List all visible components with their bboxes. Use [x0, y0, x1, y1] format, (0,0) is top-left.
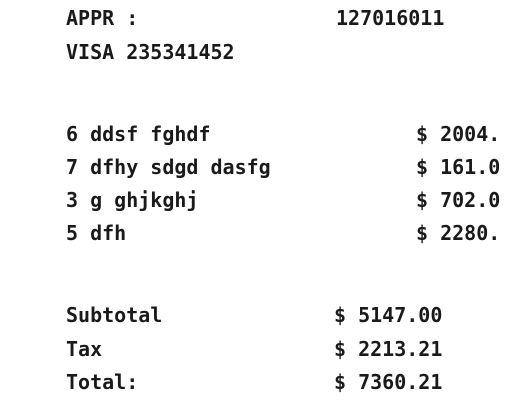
subtotal-label: Subtotal [66, 303, 163, 327]
total-value: $ 7360.21 [334, 370, 443, 394]
item-row: 6 ddsf fghdf [66, 124, 211, 150]
appr-value: 127016011 [336, 6, 445, 30]
item-qty: 5 [66, 221, 91, 245]
appr-label: APPR : [66, 6, 139, 30]
tax-value: $ 2213.21 [334, 337, 443, 361]
item-name: ddsf fghdf [90, 122, 211, 146]
item-price: $ 2004. [416, 122, 501, 146]
item-price: $ 702.0 [416, 188, 501, 212]
receipt: APPR : 127016011 VISA 235341452 6 ddsf f… [0, 0, 512, 400]
item-row: 7 dfhy sdgd dasfg [66, 157, 271, 183]
card-line: VISA 235341452 [66, 40, 235, 64]
appr-row: APPR : [66, 8, 138, 34]
subtotal-value: $ 5147.00 [334, 303, 443, 327]
item-qty: 6 [66, 122, 91, 146]
item-row: 3 g ghjkghj [66, 190, 198, 216]
item-price: $ 2280. [416, 221, 501, 245]
item-price: $ 161.0 [416, 155, 501, 179]
item-name: dfh [90, 221, 127, 245]
item-qty: 3 [66, 188, 91, 212]
item-row: 5 dfh [66, 223, 126, 249]
item-qty: 7 [66, 155, 91, 179]
item-name: dfhy sdgd dasfg [90, 155, 271, 179]
tax-label: Tax [66, 337, 103, 361]
item-name: g ghjkghj [90, 188, 199, 212]
total-label: Total: [66, 370, 139, 394]
